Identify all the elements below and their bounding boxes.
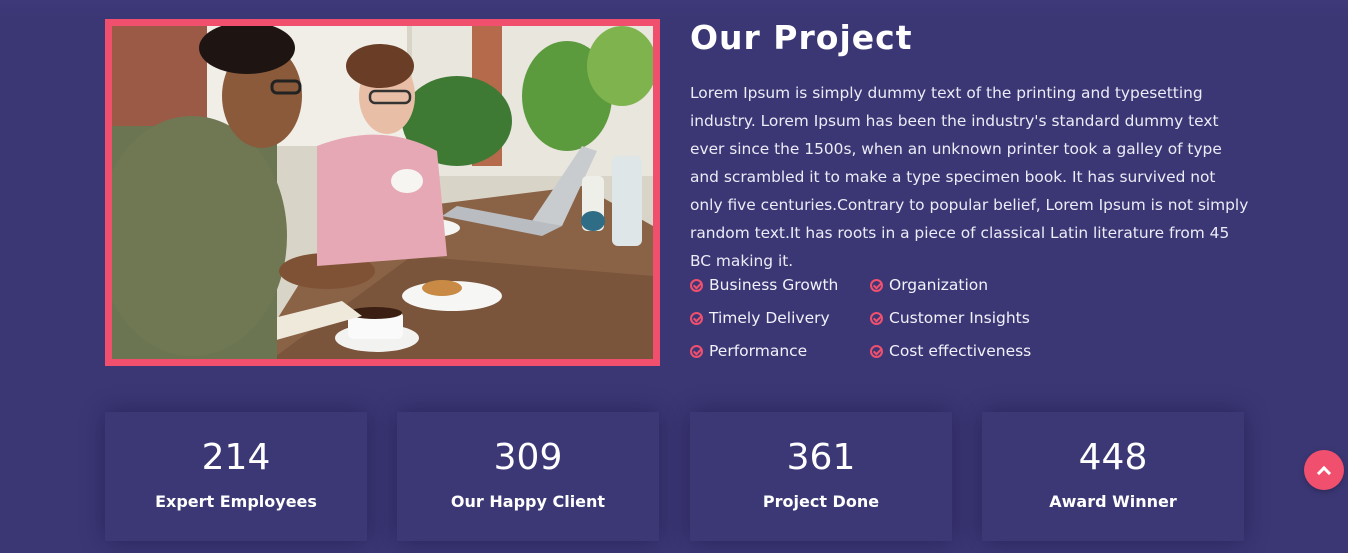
stat-card-clients: 309 Our Happy Client [397,412,659,541]
stat-label: Project Done [762,492,880,511]
project-content: Our Project Lorem Ipsum is simply dummy … [690,18,1260,360]
chevron-up-icon [1316,465,1332,480]
project-image-frame [105,19,660,366]
feature-item: Cost effectiveness [870,340,1070,362]
feature-item: Customer Insights [870,307,1070,329]
feature-list: Business Growth Organization Timely Deli… [690,274,1070,362]
feature-item: Organization [870,274,1070,296]
stat-value: 309 [493,437,563,478]
feature-label: Performance [709,342,808,360]
stat-card-employees: 214 Expert Employees [105,412,367,541]
feature-label: Timely Delivery [709,309,830,327]
section-title: Our Project [690,18,913,57]
feature-label: Business Growth [709,276,839,294]
header-shadow [0,0,1348,20]
stat-value: 448 [1078,437,1148,478]
check-circle-icon [690,311,703,325]
stat-label: Expert Employees [155,492,317,511]
stat-label: Our Happy Client [450,492,606,511]
section-description: Lorem Ipsum is simply dummy text of the … [690,84,1249,270]
stat-value: 361 [786,437,856,478]
feature-item: Timely Delivery [690,307,870,329]
stat-card-awards: 448 Award Winner [982,412,1244,541]
check-circle-icon [870,344,883,358]
project-photo [112,26,653,359]
feature-item: Business Growth [690,274,870,296]
check-circle-icon [690,344,703,358]
check-circle-icon [870,311,883,325]
stat-card-projects: 361 Project Done [690,412,952,541]
scroll-to-top-button[interactable] [1304,450,1344,490]
feature-item: Performance [690,340,870,362]
check-circle-icon [870,278,883,292]
stat-value: 214 [201,437,271,478]
feature-label: Customer Insights [889,309,1030,327]
feature-label: Organization [889,276,989,294]
stat-label: Award Winner [1049,492,1177,511]
check-circle-icon [690,278,703,292]
feature-label: Cost effectiveness [889,342,1032,360]
